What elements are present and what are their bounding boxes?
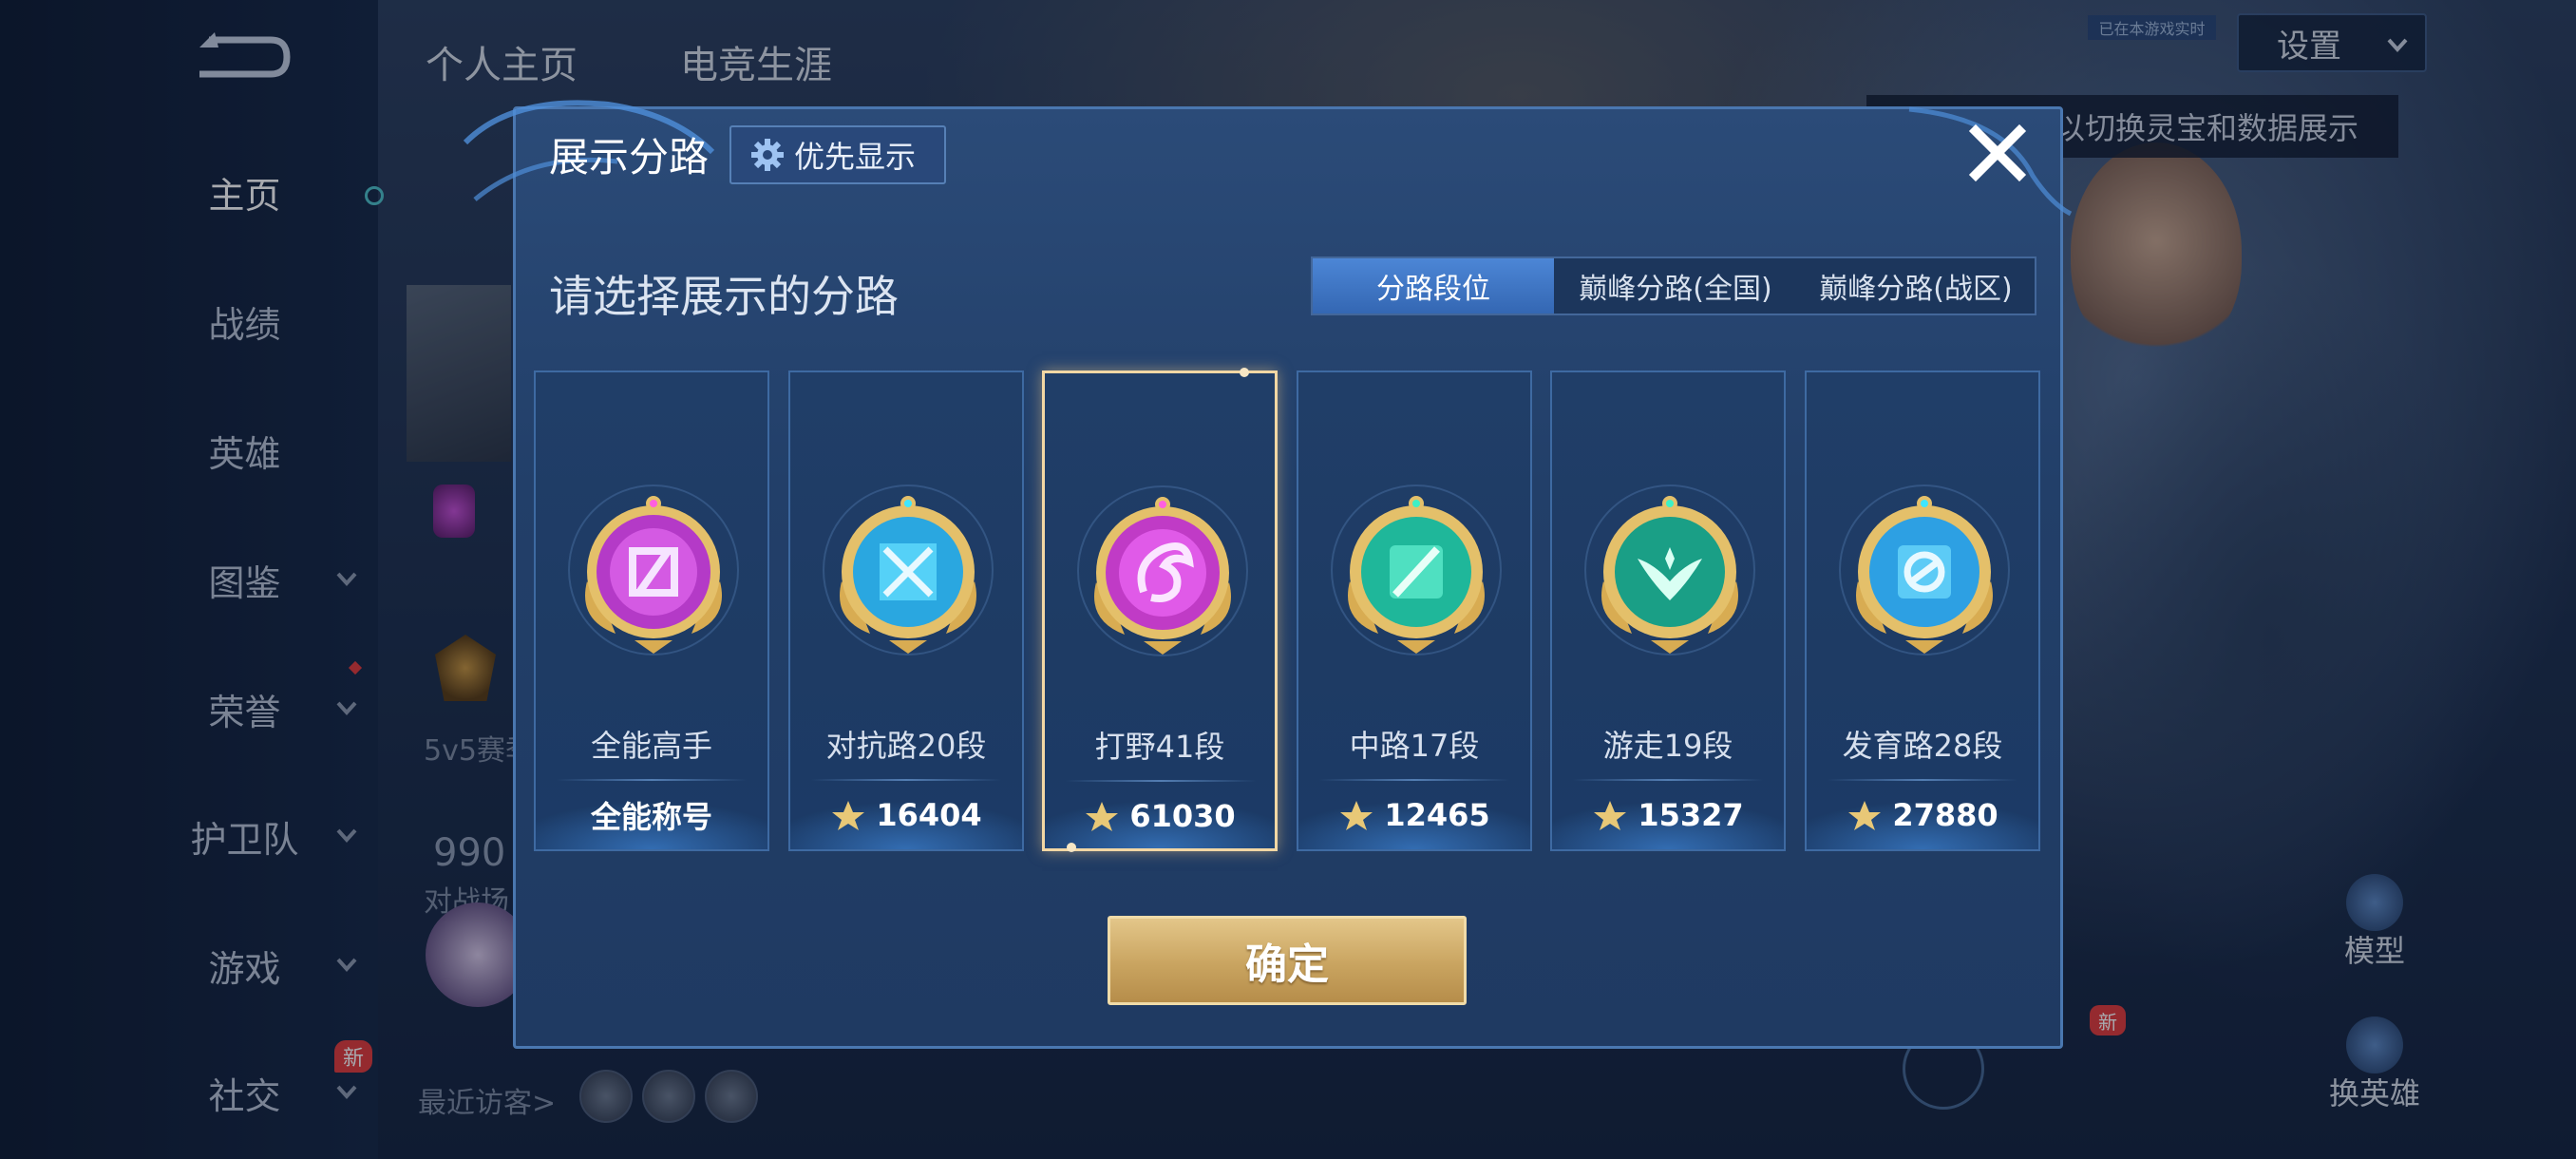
points-icon <box>832 801 865 830</box>
card-rank-label: 对抗路20段 <box>825 728 987 764</box>
card-value: 全能称号 <box>536 796 767 835</box>
priority-display-button[interactable]: 优先显示 <box>729 125 946 184</box>
card-value: 15327 <box>1552 796 1784 834</box>
selection-corner-dot <box>1240 368 1249 377</box>
card-rank-label: 中路17段 <box>1349 728 1480 764</box>
card-divider <box>1066 780 1256 782</box>
card-value: 16404 <box>790 796 1022 834</box>
card-value-text: 12465 <box>1384 797 1490 833</box>
mid-lane-badge-icon <box>1348 496 1485 654</box>
selection-corner-dot <box>1067 843 1076 852</box>
card-value: 27880 <box>1807 796 2038 834</box>
card-divider <box>1319 779 1509 781</box>
lane-card-mid[interactable]: 中路17段 12465 <box>1297 370 1532 851</box>
card-value-text: 15327 <box>1638 797 1744 833</box>
lane-card-jungle[interactable]: 打野41段 61030 <box>1042 368 1278 852</box>
tab-peak-lane-national[interactable]: 巅峰分路(全国) <box>1554 258 1797 314</box>
farm-lane-badge-icon <box>1856 496 1993 654</box>
points-icon <box>1086 802 1119 831</box>
tab-peak-lane-region[interactable]: 巅峰分路(战区) <box>1797 258 2035 314</box>
card-divider <box>557 779 747 781</box>
lane-card-roam[interactable]: 游走19段 15327 <box>1550 370 1786 851</box>
tab-lane-rank[interactable]: 分路段位 <box>1313 258 1554 314</box>
close-icon[interactable] <box>1966 122 2029 184</box>
lane-tabs: 分路段位 巅峰分路(全国) 巅峰分路(战区) <box>1311 256 2036 315</box>
card-value-text: 16404 <box>876 797 982 833</box>
card-rank-label: 发育路28段 <box>1842 728 2003 764</box>
points-icon <box>1340 801 1373 830</box>
card-value-text: 61030 <box>1129 798 1236 834</box>
card-value-text: 全能称号 <box>590 799 712 835</box>
card-value: 12465 <box>1298 796 1530 834</box>
roam-badge-icon <box>1601 496 1738 654</box>
card-divider <box>1828 779 2017 781</box>
priority-display-label: 优先显示 <box>794 139 917 175</box>
card-value: 61030 <box>1045 797 1275 835</box>
card-divider <box>811 779 1001 781</box>
gear-icon <box>751 139 784 171</box>
dialog-title: 展示分路 <box>549 134 710 180</box>
select-lane-prompt: 请选择展示的分路 <box>549 271 899 322</box>
points-icon <box>1594 801 1627 830</box>
card-value-text: 27880 <box>1892 797 1998 833</box>
lane-card-allround[interactable]: 全能高手 全能称号 <box>534 370 769 851</box>
card-rank-label: 游走19段 <box>1602 728 1733 764</box>
allround-rank-badge-icon <box>585 496 722 654</box>
clash-lane-badge-icon <box>840 496 976 654</box>
jungle-badge-icon <box>1094 497 1231 655</box>
card-rank-label: 打野41段 <box>1094 729 1225 765</box>
confirm-button[interactable]: 确定 <box>1108 916 1467 1005</box>
card-divider <box>1573 779 1763 781</box>
card-rank-label: 全能高手 <box>590 728 712 764</box>
confirm-label: 确定 <box>1245 940 1329 989</box>
lane-card-clash[interactable]: 对抗路20段 16404 <box>788 370 1024 851</box>
points-icon <box>1848 801 1882 830</box>
lane-card-farm[interactable]: 发育路28段 27880 <box>1805 370 2040 851</box>
